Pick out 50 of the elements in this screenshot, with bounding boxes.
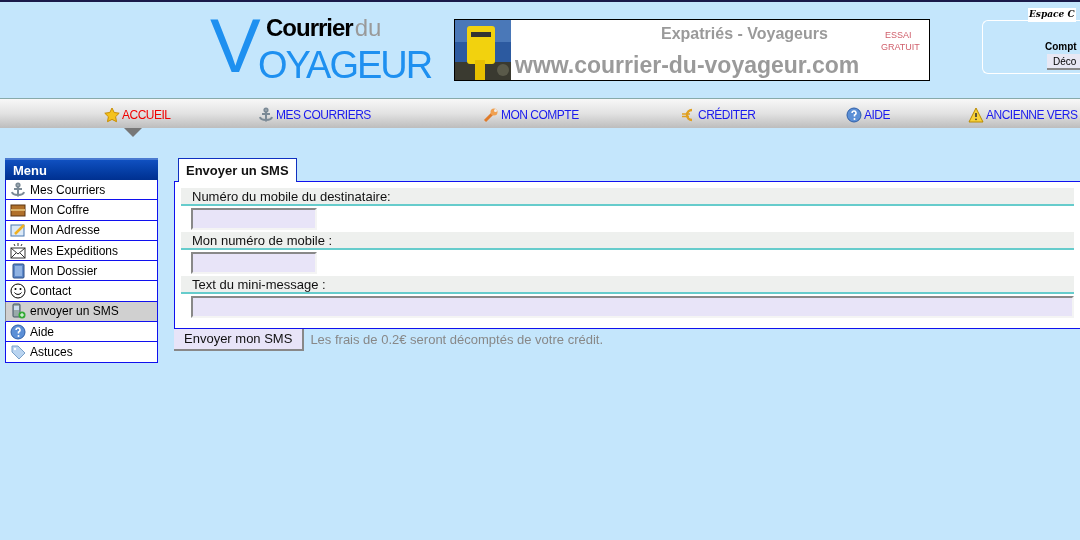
form-tab[interactable]: Envoyer un SMS [178,158,297,182]
banner-title: Expatriés - Voyageurs [661,24,828,44]
banner-url: www.courrier-du-voyageur.com [515,51,860,80]
anchor-icon [10,181,26,198]
help-icon [846,107,862,123]
sidebar-item[interactable]: envoyer un SMS [5,301,158,323]
chest-icon [10,201,26,218]
sidebar-item[interactable]: Astuces [5,342,158,363]
banner[interactable]: Expatriés - Voyageurs www.courrier-du-voyageur.com ESSAI GRATUIT [454,19,930,81]
nav-link[interactable]: CRÉDITER [680,106,756,124]
field-label: Text du mini-message : [181,276,1074,294]
logo-text: du [354,14,382,42]
sidebar-item[interactable]: Mon Adresse [5,220,158,241]
envelope-icon [10,242,26,259]
submit-button[interactable]: Envoyer mon SMS [174,329,305,351]
smiley-icon [10,283,26,300]
book-icon [10,262,26,279]
phone-icon [10,303,26,320]
nav-link[interactable]: ANCIENNE VERS [968,106,1078,124]
pencil-icon [10,222,26,239]
sidebar-item[interactable]: Mes Courriers [5,180,158,201]
sidebar-item[interactable]: Mes Expéditions [5,240,158,262]
input-field[interactable] [191,208,317,230]
logo-text: Courrier [266,14,353,42]
star-icon [104,107,120,123]
field-label: Mon numéro de mobile : [181,232,1074,250]
field-label: Numéro du mobile du destinataire: [181,188,1074,206]
logout-button[interactable]: Déco [1047,54,1080,70]
input-field[interactable] [191,252,317,274]
help-icon [10,323,26,340]
logo-letter: V [210,8,261,84]
sidebar-item[interactable]: Aide [5,322,158,343]
nav-link[interactable]: MES COURRIERS [258,106,371,124]
warning-icon [968,107,984,123]
account-label: Compt [1045,40,1077,54]
anchor-icon [258,107,274,123]
input-field[interactable] [191,296,1074,318]
sidebar-item[interactable]: Mon Coffre [5,200,158,221]
tag-icon [10,344,26,360]
banner-label: GRATUIT [881,42,920,53]
sidebar-item[interactable]: Contact [5,281,158,302]
menu-title: Menu [5,158,158,180]
pointer-icon [124,128,142,137]
nav-link[interactable]: AIDE [846,106,890,124]
wrench-icon [483,107,499,123]
nav-link[interactable]: MON COMPTE [483,106,579,124]
fee-note: Les frais de 0.2€ seront décomptés de votre crédit. [310,331,604,350]
banner-label: ESSAI [885,30,912,41]
sidebar-item[interactable]: Mon Dossier [5,261,158,282]
logo-text: OYAGEUR [258,44,432,86]
